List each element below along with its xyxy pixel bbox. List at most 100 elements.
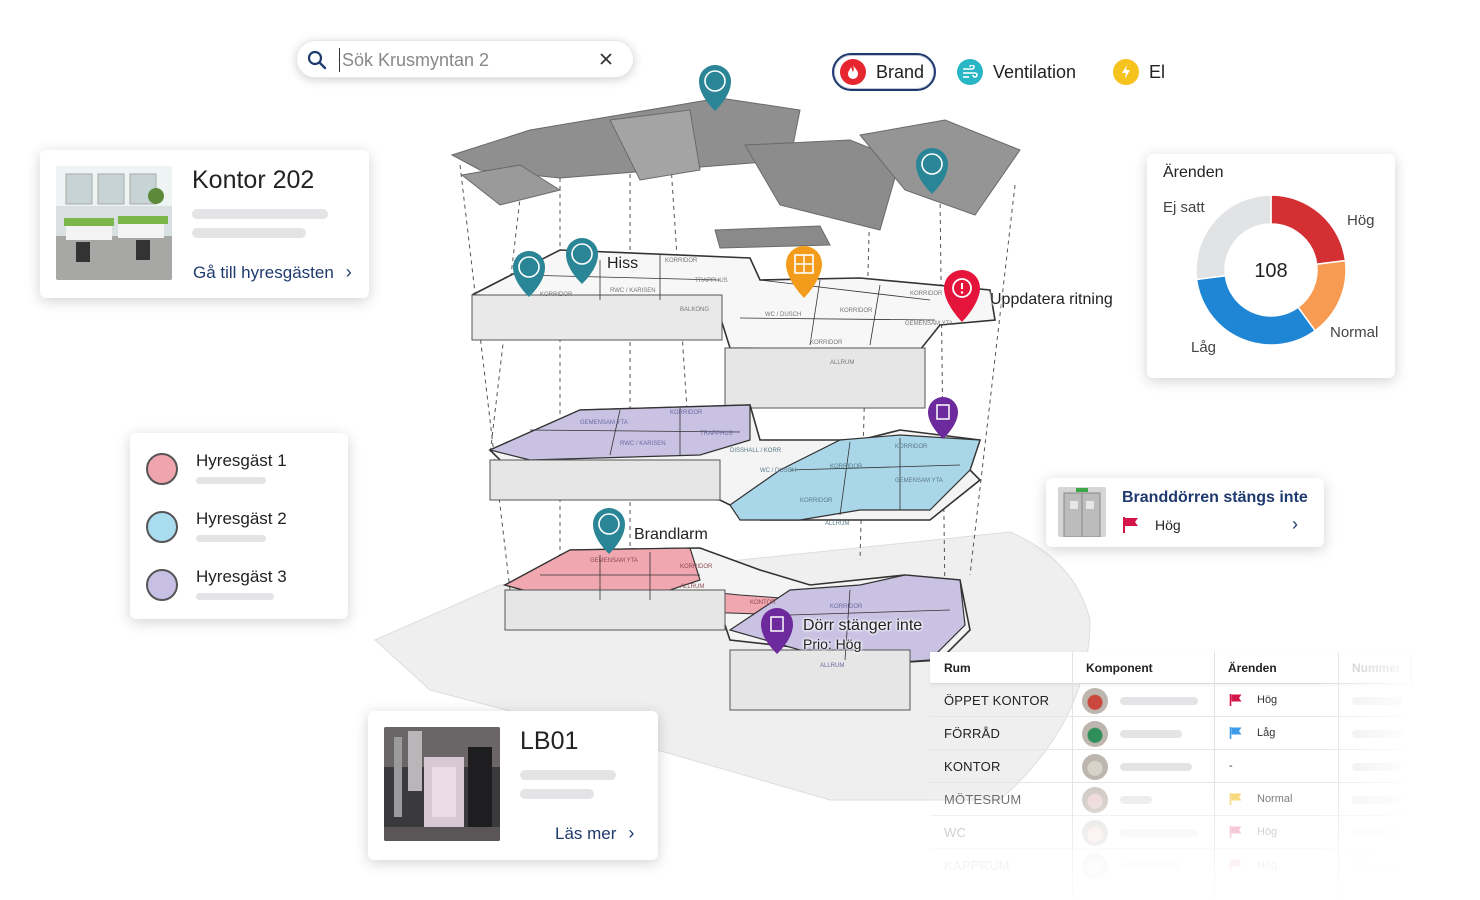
issues-table: Rum Komponent Ärenden Nummer ÖPPET KONTO… xyxy=(930,652,1410,900)
svg-text:TRAPPHUS: TRAPPHUS xyxy=(695,278,728,284)
pin-marker-clipboard-mid xyxy=(928,397,958,439)
placeholder-line xyxy=(1352,763,1402,771)
filter-ventilation[interactable]: Ventilation xyxy=(957,53,1076,91)
flag-icon xyxy=(1122,516,1140,539)
placeholder-line xyxy=(1120,730,1182,738)
donut-segment-lag[interactable] xyxy=(1195,274,1317,346)
segment-label-normal: Normal xyxy=(1330,324,1378,341)
component-thumbnail xyxy=(1082,754,1108,780)
placeholder-line xyxy=(1352,862,1402,870)
search-icon[interactable] xyxy=(307,50,327,75)
table-row[interactable]: KONTOR - xyxy=(930,750,1410,783)
svg-text:ALLRUM: ALLRUM xyxy=(680,584,704,590)
tenant-legend: Hyresgäst 1 Hyresgäst 2 Hyresgäst 3 xyxy=(130,433,348,619)
svg-text:RWC / KARISEN: RWC / KARISEN xyxy=(610,288,656,294)
search-bar xyxy=(296,40,634,78)
donut-segment-hog[interactable] xyxy=(1270,194,1347,266)
placeholder-line xyxy=(1352,829,1402,837)
svg-text:ALLRUM: ALLRUM xyxy=(830,360,854,366)
issues-donut-chart[interactable]: 108 Ej satt Hög Normal Låg xyxy=(1147,154,1395,378)
svg-text:KORRIDOR: KORRIDOR xyxy=(840,308,873,314)
read-more-label: Läs mer xyxy=(555,823,617,843)
bolt-icon xyxy=(1113,59,1139,85)
legend-label: Hyresgäst 1 xyxy=(196,451,287,470)
legend-swatch xyxy=(146,453,178,485)
priority-cell: Låg xyxy=(1257,727,1276,739)
legend-item[interactable]: Hyresgäst 3 xyxy=(146,567,336,603)
component-thumbnail xyxy=(1082,820,1108,846)
component-thumbnail xyxy=(1082,688,1108,714)
legend-item[interactable]: Hyresgäst 1 xyxy=(146,451,336,487)
office-photo xyxy=(56,166,172,280)
legend-item[interactable]: Hyresgäst 2 xyxy=(146,509,336,545)
read-more-link[interactable]: Läs mer › xyxy=(555,823,634,844)
room-cell: FÖRRÅD xyxy=(944,726,1001,741)
issue-alert-priority: Hög xyxy=(1155,517,1181,533)
map-label-door-priority: Prio: Hög xyxy=(803,636,862,652)
equipment-card-title: LB01 xyxy=(520,727,579,755)
placeholder-line xyxy=(1120,763,1192,771)
go-to-tenant-label: Gå till hyresgästen xyxy=(193,262,334,282)
issue-alert-title: Branddörren stängs inte xyxy=(1122,489,1308,506)
svg-text:ALLRUM: ALLRUM xyxy=(820,663,844,669)
table-row[interactable]: MÖTESRUM Normal xyxy=(930,783,1410,816)
svg-text:RWC / KARISEN: RWC / KARISEN xyxy=(620,441,666,447)
svg-text:KORRIDOR: KORRIDOR xyxy=(830,464,863,470)
svg-text:KORRIDOR: KORRIDOR xyxy=(910,291,943,297)
placeholder-line xyxy=(192,209,328,219)
close-icon[interactable] xyxy=(599,52,613,71)
floor-3: KORRIDOR TRAPPHUS BALKONG WC / DUSCH KOR… xyxy=(471,249,996,409)
svg-text:GEMENSAM YTA: GEMENSAM YTA xyxy=(590,558,638,564)
room-cell: KAPPRUM xyxy=(944,858,1010,873)
wind-icon xyxy=(957,59,983,85)
room-cell: MÖTESRUM xyxy=(944,792,1022,807)
column-header-number[interactable]: Nummer xyxy=(1352,661,1401,675)
equipment-card: LB01 Läs mer › xyxy=(368,711,658,860)
placeholder-line xyxy=(520,770,616,780)
table-row[interactable]: KAPPRUM Hög xyxy=(930,849,1410,882)
filter-ventilation-label: Ventilation xyxy=(993,61,1077,82)
svg-text:KORRIDOR: KORRIDOR xyxy=(670,410,703,416)
placeholder-line xyxy=(520,789,594,799)
priority-cell: - xyxy=(1229,760,1233,772)
issue-alert-card[interactable]: Branddörren stängs inte Hög › xyxy=(1046,478,1324,547)
segment-label-lag: Låg xyxy=(1191,339,1216,356)
column-header-room[interactable]: Rum xyxy=(944,661,971,675)
flag-icon xyxy=(1229,792,1243,811)
go-to-tenant-link[interactable]: Gå till hyresgästen › xyxy=(193,262,352,283)
svg-text:KORRIDOR: KORRIDOR xyxy=(800,498,833,504)
table-row[interactable]: FÖRRÅD Låg xyxy=(930,717,1410,750)
placeholder-line xyxy=(1352,730,1402,738)
priority-cell: Hög xyxy=(1257,694,1278,706)
filter-el[interactable]: El xyxy=(1113,53,1165,91)
stage: KORRIDOR TRAPPHUS BALKONG WC / DUSCH KOR… xyxy=(0,0,1480,900)
svg-text:ALLRUM: ALLRUM xyxy=(825,521,849,527)
svg-text:KORRIDOR: KORRIDOR xyxy=(665,258,698,264)
column-header-issues[interactable]: Ärenden xyxy=(1228,661,1277,675)
fire-door-photo xyxy=(1058,487,1106,537)
column-header-component[interactable]: Komponent xyxy=(1086,661,1153,675)
search-input[interactable] xyxy=(339,48,589,72)
svg-text:KONTOR: KONTOR xyxy=(750,600,776,606)
chevron-right-icon[interactable]: › xyxy=(1292,514,1298,535)
placeholder-line xyxy=(196,477,266,484)
filter-brand-label: Brand xyxy=(876,61,925,82)
flag-icon xyxy=(1229,693,1243,712)
component-thumbnail xyxy=(1082,787,1108,813)
map-label-brandlarm: Brandlarm xyxy=(634,526,708,543)
filter-el-label: El xyxy=(1149,61,1166,82)
issues-chart-card: Ärenden 108 Ej satt Hög Normal Låg xyxy=(1147,154,1395,378)
table-row[interactable]: WC Hög xyxy=(930,816,1410,849)
floor-2: GEMENSAM YTA RWC / KARISEN TRAPPHUS KORR… xyxy=(488,404,982,527)
svg-text:KORRIDOR: KORRIDOR xyxy=(810,340,843,346)
map-label-update-drawing: Uppdatera ritning xyxy=(990,291,1113,308)
filter-brand[interactable]: Brand xyxy=(832,53,936,91)
priority-cell: Hög xyxy=(1257,859,1278,871)
table-row[interactable]: ÖPPET KONTOR Hög xyxy=(930,684,1410,717)
legend-swatch xyxy=(146,511,178,543)
chevron-right-icon: › xyxy=(345,262,352,282)
flag-icon xyxy=(1229,858,1243,877)
flag-icon xyxy=(1229,726,1243,745)
chevron-right-icon: › xyxy=(628,823,635,843)
placeholder-line xyxy=(196,535,266,542)
